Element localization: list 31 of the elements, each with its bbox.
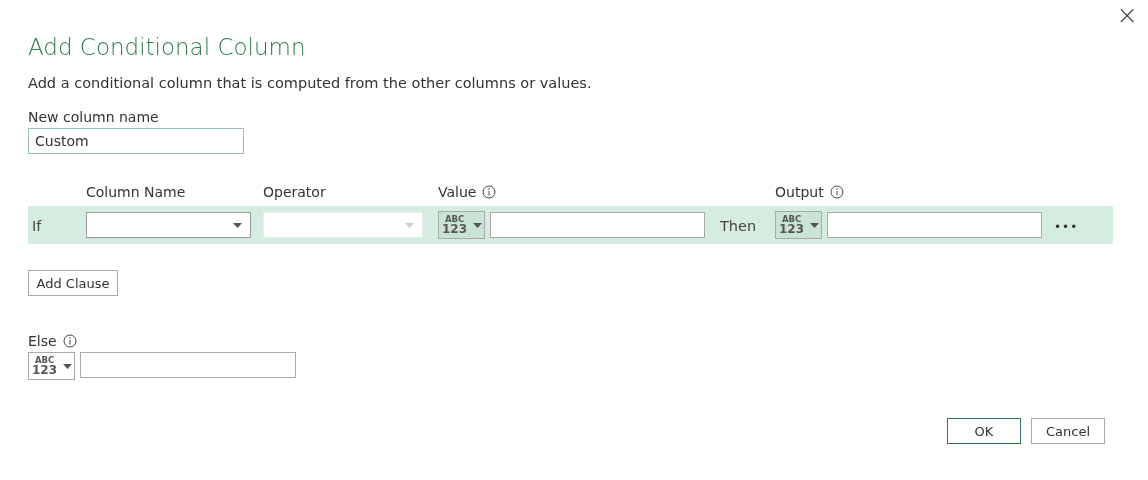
output-input[interactable] [827, 212, 1042, 238]
else-label: Else [28, 333, 57, 349]
then-label: Then [719, 217, 757, 234]
value-input[interactable] [490, 212, 705, 238]
ok-button[interactable]: OK [947, 418, 1021, 444]
type-dropdown[interactable]: ABC 123 [28, 352, 75, 380]
column-header: Operator [263, 184, 326, 200]
info-icon [62, 334, 77, 348]
caret-icon [473, 222, 483, 228]
caret-icon [810, 222, 820, 228]
info-icon [482, 185, 497, 199]
cancel-button[interactable]: Cancel [1031, 418, 1105, 444]
caret-icon [233, 222, 242, 228]
caret-icon [405, 222, 414, 228]
field-label: New column name [28, 109, 159, 125]
type-dropdown[interactable]: ABC 123 [775, 211, 822, 239]
column-name-input[interactable]: Custom [28, 128, 244, 154]
column-header: Value [438, 184, 477, 200]
column-header: Column Name [86, 184, 186, 200]
close-button[interactable]: × [1112, 0, 1142, 30]
dialog-title: Add Conditional Column [28, 34, 307, 62]
else-input[interactable] [80, 352, 296, 378]
type-dropdown[interactable]: ABC 123 [438, 211, 485, 239]
add-clause-button[interactable]: Add Clause [28, 270, 118, 296]
if-label: If [31, 217, 42, 234]
column-header: Output [775, 184, 824, 200]
column-dropdown[interactable] [86, 212, 251, 238]
more-button[interactable]: ••• [1042, 219, 1079, 234]
dialog-description: Add a conditional column that is computed from the other columns or values. [28, 75, 593, 91]
caret-icon [63, 363, 73, 369]
info-icon [829, 185, 844, 199]
